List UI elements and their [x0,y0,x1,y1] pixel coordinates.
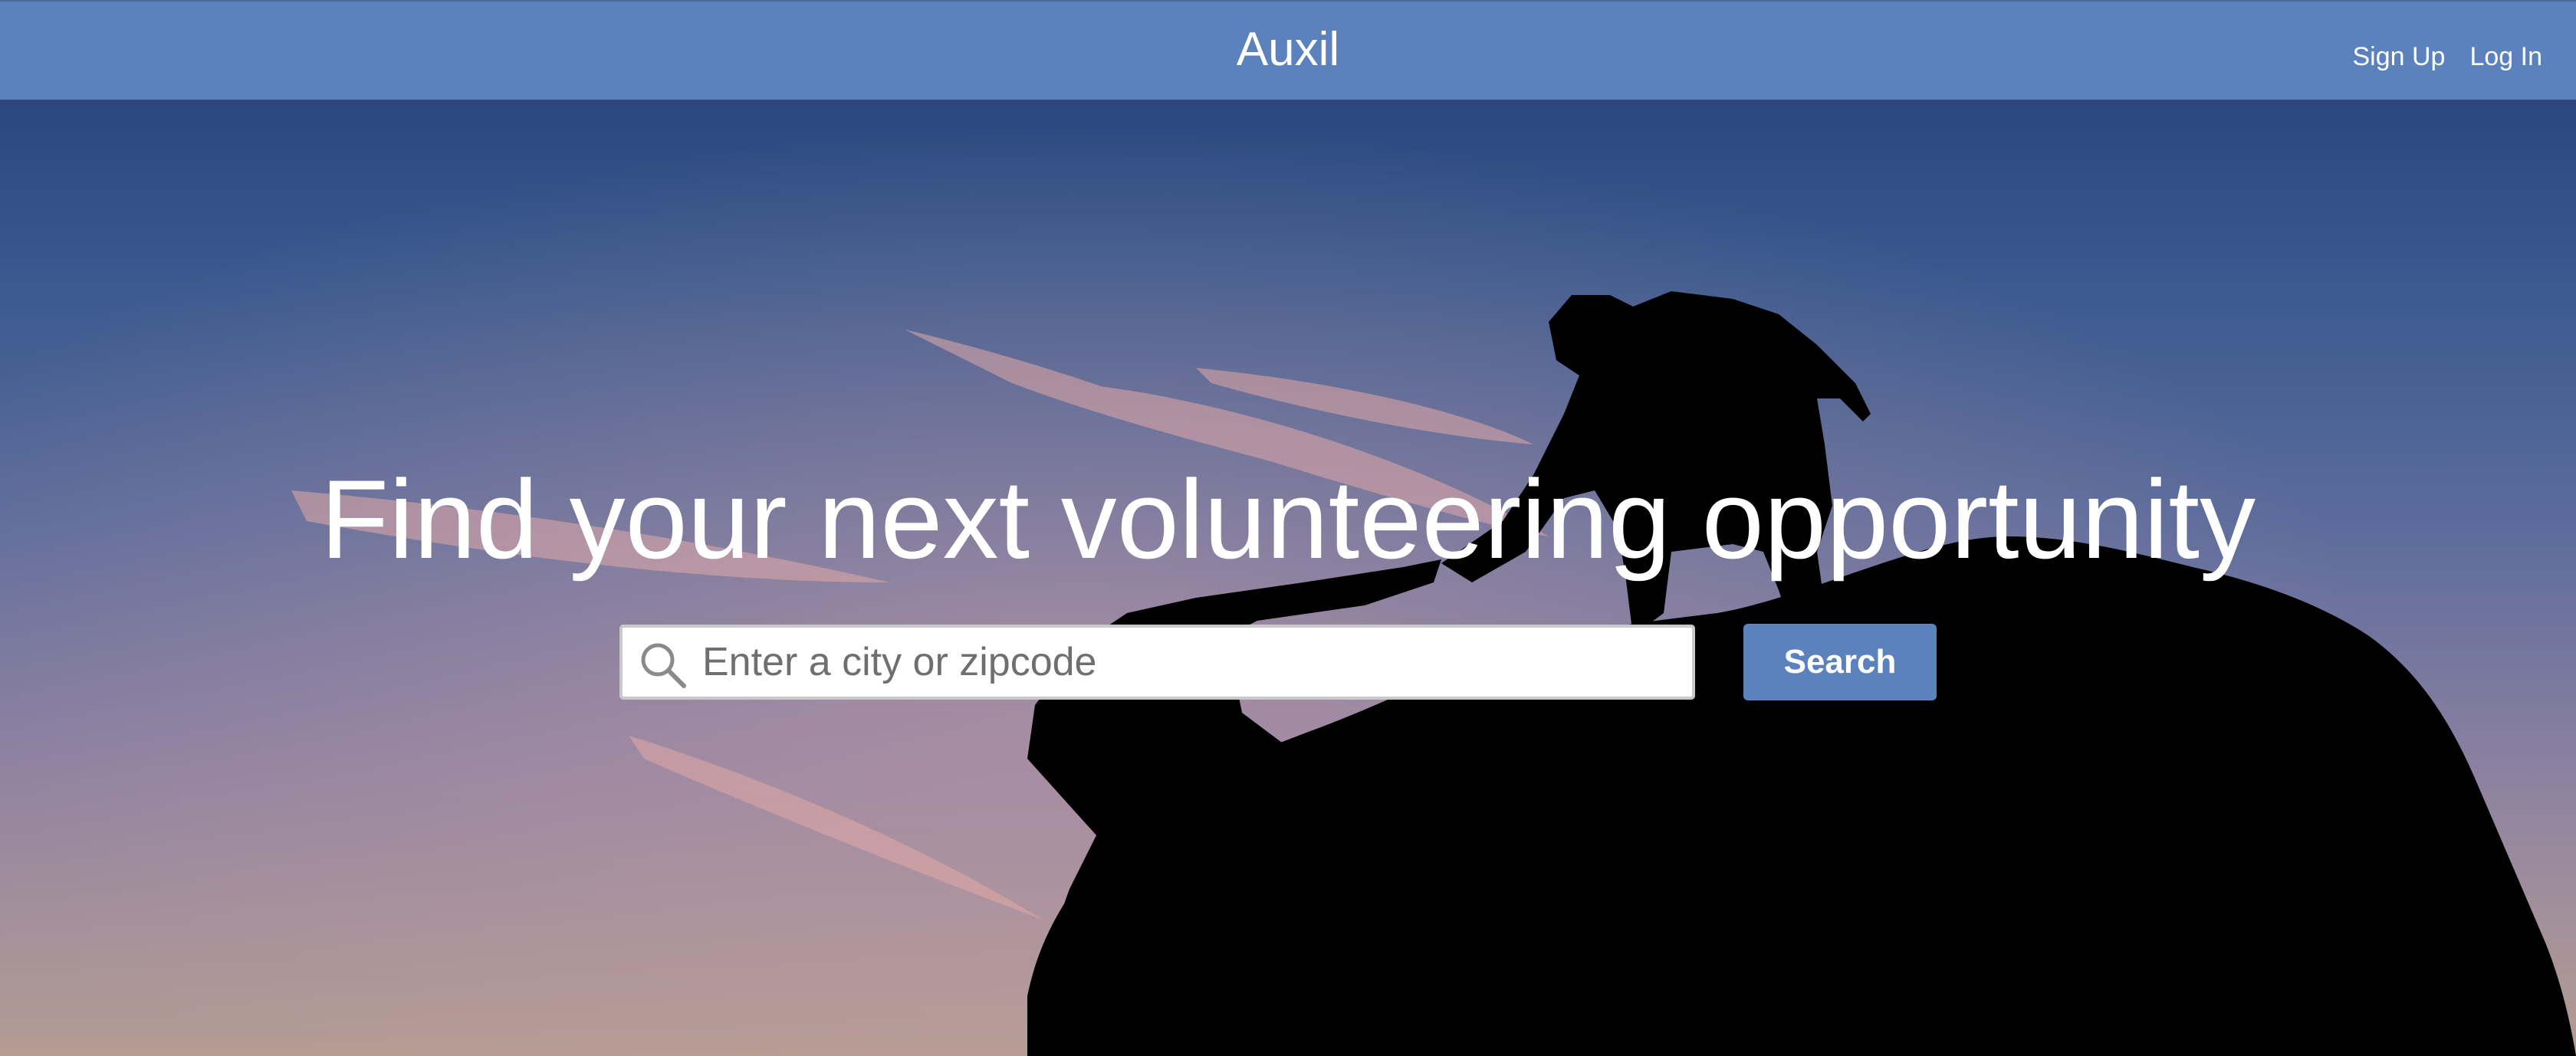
location-search-input[interactable] [702,635,1676,689]
top-navbar: Auxil Sign Up Log In [0,0,2576,100]
search-icon [641,643,686,688]
log-in-link[interactable]: Log In [2469,40,2542,74]
nav-links: Sign Up Log In [2353,40,2543,74]
search-field[interactable] [619,625,1695,700]
sign-up-link[interactable]: Sign Up [2353,40,2446,74]
hero-headline: Find your next volunteering opportunity [320,457,2256,582]
brand-logo[interactable]: Auxil [0,23,2576,77]
search-button[interactable]: Search [1743,624,1937,700]
landing-page: Auxil Sign Up Log In Find your next volu… [0,0,2576,1056]
